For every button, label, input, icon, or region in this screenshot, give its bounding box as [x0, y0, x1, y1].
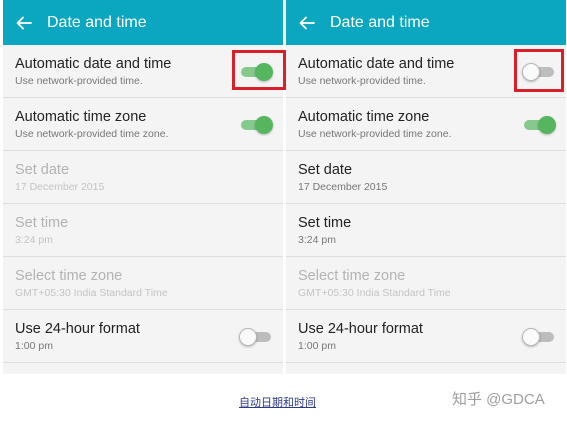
row-title: Select time zone — [298, 268, 406, 284]
app-bar: Date and time — [286, 0, 566, 45]
row-subtitle: GMT+05:30 India Standard Time — [298, 287, 451, 299]
app-bar: Date and time — [3, 0, 283, 45]
row-title: Set date — [298, 162, 353, 178]
set-date-row[interactable]: Set date 17 December 2015 — [286, 151, 566, 204]
image-caption: 自动日期和时间 — [239, 397, 316, 409]
set-date-row: Set date 17 December 2015 — [3, 151, 283, 204]
page-title: Date and time — [330, 13, 430, 31]
row-subtitle: 17 December 2015 — [298, 181, 388, 193]
arrow-back-icon[interactable] — [296, 12, 318, 34]
row-title: Set date — [15, 162, 70, 178]
select-time-zone-row: Select time zone GMT+05:30 India Standar… — [3, 257, 283, 310]
auto-time-zone-row[interactable]: Automatic time zone Use network-provided… — [286, 98, 566, 151]
use-24-hour-row[interactable]: Use 24-hour format 1:00 pm — [3, 310, 283, 363]
arrow-back-icon[interactable] — [13, 12, 35, 34]
auto-time-zone-row[interactable]: Automatic time zone Use network-provided… — [3, 98, 283, 151]
toggle-thumb — [522, 328, 540, 346]
auto-time-zone-toggle[interactable] — [522, 116, 556, 134]
set-time-row[interactable]: Set time 3:24 pm — [286, 204, 566, 257]
page-title: Date and time — [47, 13, 147, 31]
row-title: Set time — [15, 215, 69, 231]
set-time-row: Set time 3:24 pm — [3, 204, 283, 257]
highlight-box-right — [514, 49, 564, 92]
toggle-thumb — [239, 328, 257, 346]
row-subtitle: 17 December 2015 — [15, 181, 105, 193]
use-24-hour-toggle[interactable] — [239, 328, 273, 346]
use-24-hour-toggle[interactable] — [522, 328, 556, 346]
use-24-hour-row[interactable]: Use 24-hour format 1:00 pm — [286, 310, 566, 363]
auto-time-zone-toggle[interactable] — [239, 116, 273, 134]
row-subtitle: 3:24 pm — [298, 234, 336, 246]
toggle-thumb — [255, 116, 273, 134]
row-title: Select time zone — [15, 268, 123, 284]
row-subtitle: 3:24 pm — [15, 234, 53, 246]
toggle-thumb — [538, 116, 556, 134]
watermark: 知乎 @GDCA — [452, 391, 545, 408]
highlight-box-left — [232, 50, 286, 90]
row-title: Set time — [298, 215, 352, 231]
select-time-zone-row: Select time zone GMT+05:30 India Standar… — [286, 257, 566, 310]
row-subtitle: GMT+05:30 India Standard Time — [15, 287, 168, 299]
